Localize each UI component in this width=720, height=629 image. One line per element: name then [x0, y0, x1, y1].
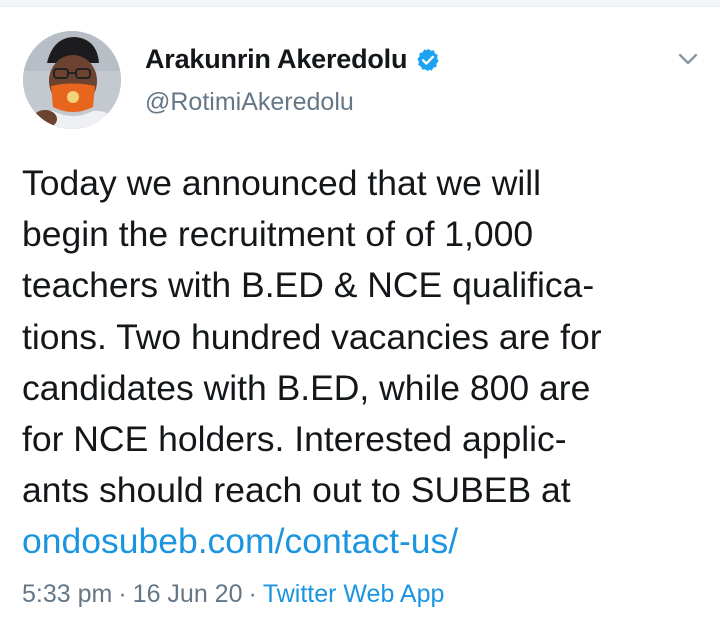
profile-photo-icon — [23, 31, 121, 129]
display-name[interactable]: Arakunrin Akeredolu — [145, 44, 407, 75]
tweet-text-line: ants should reach out to SUBEB at — [22, 470, 571, 511]
separator: · — [118, 580, 127, 608]
top-divider — [0, 0, 720, 7]
author-name-row[interactable]: Arakunrin Akeredolu — [145, 44, 441, 75]
tweet-meta: 5:33 pm · 16 Jun 20 · Twitter Web App — [22, 580, 444, 609]
chevron-down-icon[interactable] — [673, 44, 703, 74]
tweet-text-line: teachers with B.ED & NCE qualifica- — [22, 265, 595, 306]
separator: · — [248, 580, 257, 608]
tweet-text-line: begin the recruitment of of 1,000 — [22, 214, 534, 255]
tweet-source-link[interactable]: Twitter Web App — [263, 580, 445, 608]
tweet-text-line: for NCE holders. Interested applic- — [22, 419, 567, 460]
avatar[interactable] — [23, 31, 121, 129]
tweet-date[interactable]: 16 Jun 20 — [133, 580, 243, 608]
tweet-time[interactable]: 5:33 pm — [22, 580, 112, 608]
tweet-text-line: Today we announced that we will — [22, 163, 542, 203]
user-handle[interactable]: @RotimiAkeredolu — [145, 88, 354, 117]
tweet-text-line: candidates with B.ED, while 800 are — [22, 367, 591, 408]
tweet-text-line: tions. Two hundred vacancies are for — [22, 316, 602, 357]
tweet-link[interactable]: ondosubeb.com/contact-us/ — [22, 521, 458, 561]
tweet-text: Today we announced that we will begin th… — [22, 158, 702, 568]
verified-badge-icon — [415, 47, 441, 73]
